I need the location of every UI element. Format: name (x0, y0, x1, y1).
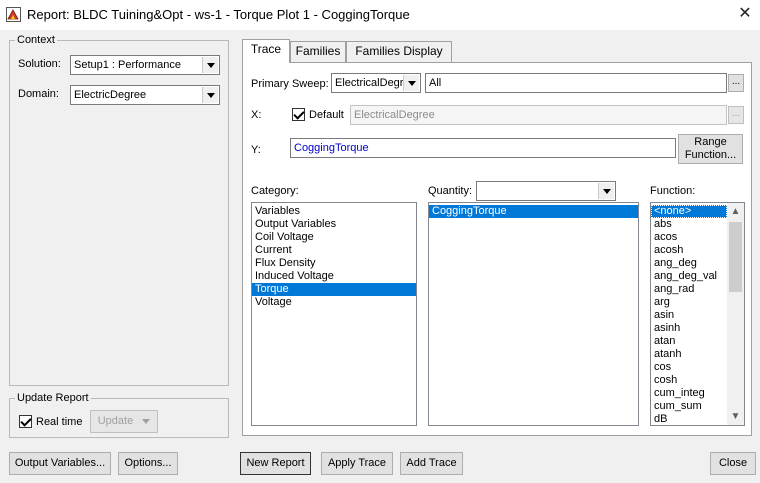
list-item[interactable]: Coil Voltage (252, 231, 416, 244)
list-item[interactable]: atanh (651, 348, 727, 361)
quantity-label: Quantity: (428, 185, 473, 197)
title-bar: Report: BLDC Tuining&Opt - ws-1 - Torque… (0, 0, 760, 30)
range-function-line2: Function... (684, 149, 737, 161)
primary-sweep-range[interactable]: All (425, 73, 727, 93)
list-item[interactable]: Induced Voltage (252, 270, 416, 283)
list-item[interactable]: atan (651, 335, 727, 348)
tab-trace[interactable]: Trace (242, 39, 290, 63)
x-default-label: Default (309, 109, 344, 121)
chevron-down-icon[interactable] (598, 183, 614, 199)
solution-value: Setup1 : Performance (74, 59, 182, 71)
list-item[interactable]: CoggingTorque (429, 205, 638, 218)
list-item[interactable]: arg (651, 296, 727, 309)
domain-label: Domain: (18, 88, 59, 100)
tab-families-display[interactable]: Families Display (346, 41, 452, 62)
chevron-down-icon[interactable] (202, 57, 218, 73)
category-label: Category: (251, 185, 299, 197)
update-button[interactable]: Update (90, 410, 158, 433)
update-label: Update (97, 415, 134, 427)
primary-sweep-label: Primary Sweep: (251, 78, 329, 90)
range-function-button[interactable]: Range Function... (678, 134, 743, 164)
list-item[interactable]: <none> (651, 205, 727, 218)
list-item[interactable]: ang_deg (651, 257, 727, 270)
update-report-legend: Update Report (17, 392, 89, 404)
quantity-list[interactable]: CoggingTorque (428, 202, 639, 426)
new-report-button[interactable]: New Report (240, 452, 311, 475)
list-item[interactable]: acos (651, 231, 727, 244)
y-label: Y: (251, 144, 261, 156)
list-item[interactable]: cosh (651, 374, 727, 387)
options-button[interactable]: Options... (118, 452, 178, 475)
list-item[interactable]: cum_integ (651, 387, 727, 400)
apply-trace-button[interactable]: Apply Trace (321, 452, 393, 475)
realtime-checkbox[interactable] (19, 415, 32, 428)
list-item[interactable]: acosh (651, 244, 727, 257)
solution-select[interactable]: Setup1 : Performance (70, 55, 220, 75)
list-item[interactable]: ang_deg_val (651, 270, 727, 283)
primary-sweep-select[interactable]: ElectricalDegre (331, 73, 421, 93)
scroll-up-icon[interactable]: ▲ (727, 203, 744, 220)
quantity-filter-select[interactable] (476, 181, 616, 201)
chevron-down-icon[interactable] (202, 87, 218, 103)
y-field[interactable]: CoggingTorque (290, 138, 676, 158)
window-title: Report: BLDC Tuining&Opt - ws-1 - Torque… (27, 7, 410, 22)
tab-families[interactable]: Families (290, 41, 346, 62)
list-item[interactable]: ang_rad (651, 283, 727, 296)
close-window-icon[interactable]: ✕ (733, 3, 757, 25)
list-item[interactable]: Current (252, 244, 416, 257)
x-field[interactable]: ElectricalDegree (350, 105, 727, 125)
function-list[interactable]: <none> abs acos acosh ang_deg ang_deg_val ang_… (650, 202, 745, 426)
list-item[interactable]: cos (651, 361, 727, 374)
list-item[interactable]: cum_sum (651, 400, 727, 413)
domain-value: ElectricDegree (74, 89, 147, 101)
list-item[interactable]: asin (651, 309, 727, 322)
scroll-down-icon[interactable]: ▼ (727, 408, 744, 425)
category-list[interactable]: Variables Output Variables Coil Voltage Cur… (251, 202, 417, 426)
solution-label: Solution: (18, 58, 61, 70)
add-trace-button[interactable]: Add Trace (400, 452, 463, 475)
range-function-line1: Range (694, 136, 727, 148)
function-scrollbar[interactable]: ▲ ▼ (727, 203, 744, 425)
x-ellipsis-button[interactable]: ... (728, 106, 744, 124)
list-item[interactable]: Voltage (252, 296, 416, 309)
x-default-checkbox[interactable] (292, 108, 305, 121)
chevron-down-icon (142, 418, 151, 424)
realtime-label: Real time (36, 416, 83, 428)
x-label: X: (251, 109, 262, 121)
list-item[interactable]: Flux Density (252, 257, 416, 270)
primary-sweep-ellipsis-button[interactable]: ... (728, 74, 744, 92)
list-item[interactable]: Variables (252, 205, 416, 218)
close-button[interactable]: Close (710, 452, 756, 475)
list-item[interactable]: asinh (651, 322, 727, 335)
chevron-down-icon[interactable] (403, 75, 419, 91)
context-legend: Context (17, 34, 55, 46)
function-label: Function: (650, 185, 696, 197)
output-variables-button[interactable]: Output Variables... (9, 452, 111, 475)
list-item[interactable]: dB (651, 413, 727, 425)
list-item[interactable]: Torque (252, 283, 416, 296)
list-item[interactable]: Output Variables (252, 218, 416, 231)
primary-sweep-value: ElectricalDegre (335, 77, 410, 89)
app-icon (6, 7, 21, 22)
list-item[interactable]: abs (651, 218, 727, 231)
scrollbar-thumb[interactable] (729, 222, 742, 292)
domain-select[interactable]: ElectricDegree (70, 85, 220, 105)
